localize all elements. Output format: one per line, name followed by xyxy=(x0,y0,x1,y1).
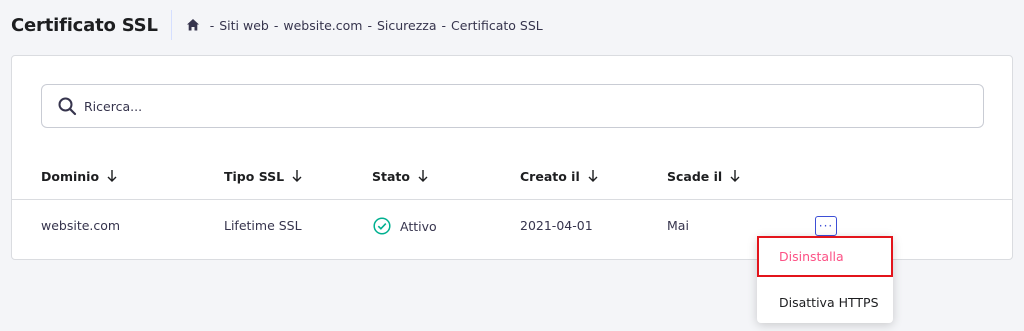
arrow-down-icon[interactable] xyxy=(729,169,741,183)
column-label: Stato xyxy=(372,168,410,184)
status-label: Attivo xyxy=(400,218,437,234)
column-header-status[interactable]: Stato xyxy=(372,166,429,186)
column-header-ssl-type[interactable]: Tipo SSL xyxy=(224,166,303,186)
page-title: Certificato SSL xyxy=(11,14,158,36)
breadcrumb-separator: - xyxy=(209,17,215,33)
column-label: Scade il xyxy=(667,168,723,184)
column-label: Tipo SSL xyxy=(224,168,285,184)
breadcrumb-separator: - xyxy=(441,17,447,33)
cell-ssl-type: Lifetime SSL xyxy=(224,218,302,233)
ssl-card: Dominio Tipo SSL Stato Creato il Scade i… xyxy=(11,55,1013,260)
table-header: Dominio Tipo SSL Stato Creato il Scade i… xyxy=(12,166,1012,200)
breadcrumb-separator: - xyxy=(367,17,372,33)
cell-created: 2021-04-01 xyxy=(520,218,593,233)
arrow-down-icon[interactable] xyxy=(417,169,429,183)
page-header: Certificato SSL - Siti web - website.com… xyxy=(11,9,543,41)
search-icon xyxy=(57,96,77,116)
column-header-created[interactable]: Creato il xyxy=(520,166,599,186)
header-divider xyxy=(170,10,172,40)
breadcrumb-item-security[interactable]: Sicurezza xyxy=(377,18,437,33)
more-actions-button[interactable]: ··· xyxy=(815,216,837,236)
column-label: Dominio xyxy=(41,168,100,184)
actions-dropdown: Disinstalla Disattiva HTTPS xyxy=(757,236,893,323)
breadcrumb: - Siti web - website.com - Sicurezza - C… xyxy=(186,18,543,33)
check-circle-icon xyxy=(373,217,391,235)
breadcrumb-item-current: Certificato SSL xyxy=(451,17,543,33)
column-label: Creato il xyxy=(520,168,580,184)
cell-expires: Mai xyxy=(667,218,689,233)
breadcrumb-item-websites[interactable]: Siti web xyxy=(219,18,269,33)
cell-domain: website.com xyxy=(41,218,121,233)
search-box[interactable] xyxy=(41,84,984,128)
arrow-down-icon[interactable] xyxy=(291,169,303,183)
arrow-down-icon[interactable] xyxy=(587,169,599,183)
column-header-expires[interactable]: Scade il xyxy=(667,166,741,186)
home-icon[interactable] xyxy=(186,18,200,32)
breadcrumb-item-domain[interactable]: website.com xyxy=(283,18,362,33)
arrow-down-icon[interactable] xyxy=(106,169,118,183)
disable-https-menu-item[interactable]: Disattiva HTTPS xyxy=(757,282,893,323)
breadcrumb-separator: - xyxy=(273,17,279,33)
search-input[interactable] xyxy=(84,98,884,114)
column-header-domain[interactable]: Dominio xyxy=(41,166,118,186)
uninstall-menu-item[interactable]: Disinstalla xyxy=(757,236,893,277)
cell-status: Attivo xyxy=(373,217,437,235)
